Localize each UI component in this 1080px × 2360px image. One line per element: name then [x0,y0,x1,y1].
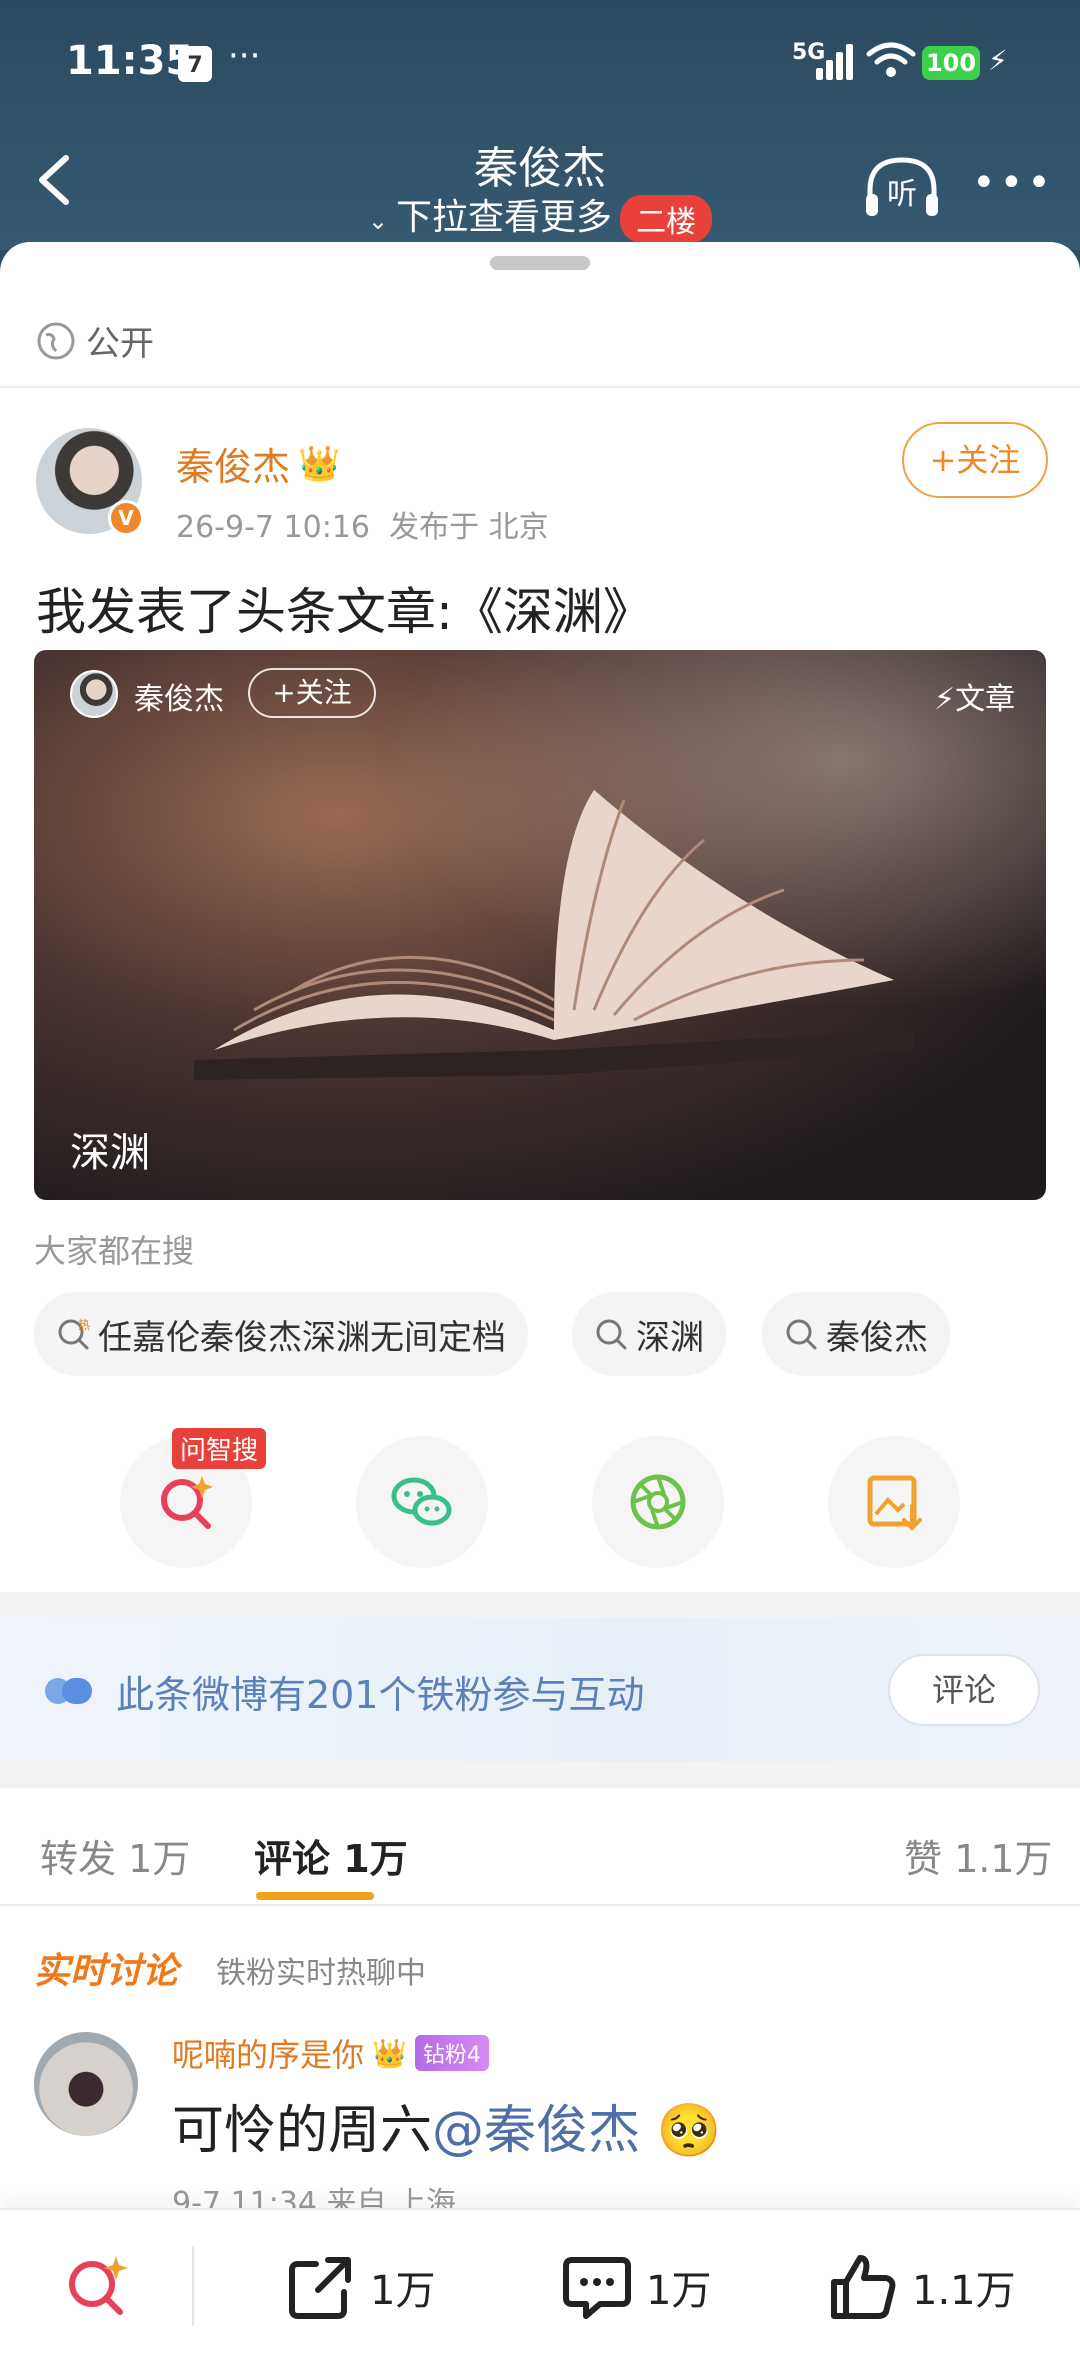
hot-search-icon: 热 [58,1318,90,1350]
post-meta: 26-9-7 10:16 发布于 北京 [176,502,549,546]
listen-icon[interactable]: 听 [862,152,942,222]
signal-icon [812,42,854,80]
repost-action[interactable]: 1万 [284,2250,435,2324]
svg-text:听: 听 [887,177,917,212]
divider [192,2246,194,2326]
card-author-name[interactable]: 秦俊杰 [134,674,224,718]
follow-button[interactable]: +关注 [902,422,1048,498]
repost-count: 1万 [370,2268,436,2314]
commenter-row[interactable]: 呢喃的序是你 👑 钻粉4 [172,2030,489,2076]
trending-search-label: 大家都在搜 [34,1232,195,1270]
verified-badge-icon: V [108,500,144,536]
mention-link[interactable]: @秦俊杰 [432,2101,640,2161]
tab-repost[interactable]: 转发 1万 [40,1828,190,1883]
fans-text: 此条微博有201个铁粉参与互动 [116,1673,645,1717]
comment-action[interactable]: 1万 [560,2250,711,2324]
calendar-icon: 7 [178,46,212,82]
wifi-icon [866,42,916,77]
top-bar: 11:35 7 ··· 5G 100 ⚡ 秦俊杰 ⌄ 下拉查看更多 二楼 听 ••• [0,0,1080,250]
comment-count: 1万 [646,2268,712,2314]
save-image-icon [867,1475,922,1531]
card-follow-button[interactable]: +关注 [248,668,376,718]
fans-interaction-banner[interactable]: 此条微博有201个铁粉参与互动 评论 [0,1618,1080,1762]
wechat-share-button[interactable] [356,1436,488,1568]
share-row [0,1426,1080,1576]
visibility-row: 公开 [36,316,154,365]
search-chip[interactable]: 秦俊杰 [762,1292,950,1376]
article-title: 深渊 [70,1130,150,1176]
battery-indicator: 100 [922,46,980,80]
ai-search-icon [69,2256,128,2315]
save-image-button[interactable] [828,1436,960,1568]
charging-icon: ⚡ [988,44,1008,77]
comment-icon [563,2257,631,2319]
post-location: 发布于 北京 [389,510,549,545]
article-card[interactable]: 秦俊杰 +关注 ⚡文章 深渊 [34,650,1046,1200]
drag-handle[interactable] [490,256,590,270]
thumbs-up-icon [831,2255,896,2319]
globe-icon [37,322,75,359]
search-chip[interactable]: 深渊 [572,1292,726,1376]
article-tag-label: 文章 [955,682,1016,717]
like-action[interactable]: 1.1万 [826,2250,1016,2324]
status-bar: 11:35 7 ··· 5G 100 ⚡ [0,0,1080,120]
realtime-subtitle: 铁粉实时热聊中 [216,1956,426,1991]
fans-comment-button[interactable]: 评论 [888,1654,1040,1726]
divider [0,386,1080,388]
search-icon [596,1319,627,1350]
commenter-name[interactable]: 呢喃的序是你 [172,2030,364,2076]
notification-dots: ··· [228,36,261,76]
chevron-down-icon: ⌄ [367,207,389,235]
bolt-icon: ⚡ [934,682,956,717]
ai-search-icon [161,1476,213,1529]
commenter-avatar[interactable] [34,2032,138,2136]
post-text: 我发表了头条文章:《深渊》 [36,583,653,641]
author-row[interactable]: 秦俊杰 👑 [176,436,340,491]
floor-badge[interactable]: 二楼 [620,195,713,243]
pleading-face-icon: 🥺 [656,2101,722,2161]
comment-text: 可怜的周六@秦俊杰 🥺 [172,2088,721,2163]
card-author-avatar[interactable] [70,670,118,718]
svg-text:热: 热 [78,1318,90,1332]
interaction-tabs: 转发 1万 评论 1万 赞 1.1万 [0,1788,1080,1906]
moments-icon [630,1474,686,1530]
author-name[interactable]: 秦俊杰 [176,436,290,491]
search-chip-label: 任嘉伦秦俊杰深渊无间定档 [98,1317,506,1358]
more-icon[interactable]: ••• [972,160,1055,206]
wechat-icon [391,1477,452,1526]
tab-comment[interactable]: 评论 1万 [254,1828,408,1883]
pull-down-label: 下拉查看更多 [396,197,613,238]
crown-icon: 👑 [372,2036,407,2070]
fans-icon [45,1678,92,1704]
repost-icon [289,2257,351,2319]
search-icon [786,1319,817,1350]
nav-bar: 秦俊杰 ⌄ 下拉查看更多 二楼 听 ••• [0,120,1080,250]
post-date: 26-9-7 10:16 [176,510,370,545]
search-chip-label: 秦俊杰 [826,1317,928,1358]
ai-search-action[interactable] [60,2250,134,2324]
bottom-action-bar: 1万 1万 1.1万 [0,2208,1080,2360]
status-time: 11:35 [66,38,194,84]
crown-icon: 👑 [298,443,341,484]
search-chip[interactable]: 热 任嘉伦秦俊杰深渊无间定档 [34,1292,528,1376]
section-gap [0,1762,1080,1788]
visibility-label: 公开 [86,324,154,364]
article-tag: ⚡文章 [934,674,1015,718]
search-chip-label: 深渊 [636,1317,704,1358]
tab-like[interactable]: 赞 1.1万 [904,1828,1053,1883]
like-count: 1.1万 [912,2268,1016,2314]
ai-search-badge: 问智搜 [172,1428,267,1469]
active-tab-indicator [256,1892,374,1900]
book-image [194,790,914,1080]
fan-level-badge: 钻粉4 [414,2035,489,2071]
moments-share-button[interactable] [592,1436,724,1568]
realtime-title: 实时讨论 [34,1951,179,1992]
section-gap [0,1592,1080,1618]
post-sheet: 公开 V 秦俊杰 👑 26-9-7 10:16 发布于 北京 +关注 我发表了头… [0,242,1080,2360]
comment-body: 可怜的周六 [172,2101,433,2161]
